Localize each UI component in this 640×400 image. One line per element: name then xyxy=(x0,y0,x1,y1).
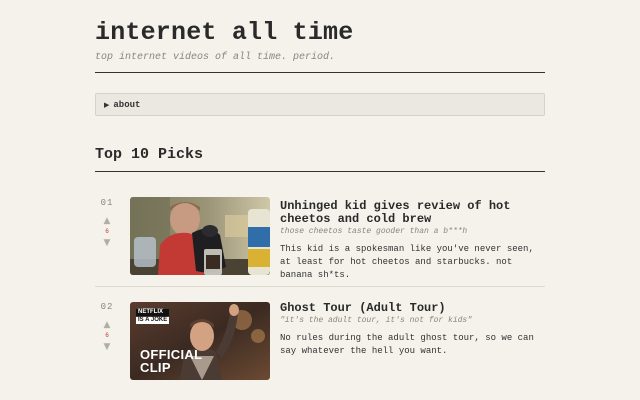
entry-text: Unhinged kid gives review of hot cheetos… xyxy=(280,200,545,282)
video-title[interactable]: Unhinged kid gives review of hot cheetos… xyxy=(280,200,545,226)
rank-number: 01 xyxy=(100,198,114,208)
video-thumbnail[interactable]: NETFLIX IS A JOKE OFFICIAL CLIP xyxy=(130,302,270,380)
downvote-arrow-icon[interactable]: ▼ xyxy=(95,239,119,248)
badge-line-2: IS A JOKE xyxy=(136,317,170,324)
overlay-line-2: CLIP xyxy=(140,360,171,375)
entry-text: Ghost Tour (Adult Tour) "it's the adult … xyxy=(280,302,545,358)
thumbnail-kid-image xyxy=(130,197,270,275)
section-heading: Top 10 Picks xyxy=(95,146,204,163)
badge-line-1: NETFLIX xyxy=(136,309,170,316)
about-label: about xyxy=(113,99,141,110)
official-clip-overlay: OFFICIAL CLIP xyxy=(140,348,202,374)
header-divider xyxy=(95,72,545,73)
site-tagline: top internet videos of all time. period. xyxy=(95,52,336,63)
rank-column: 01 ▲ 6 ▼ xyxy=(95,198,119,248)
page-container: internet all time top internet videos of… xyxy=(95,0,545,400)
list-item: 02 ▲ 6 ▼ NETFLIX IS A JOKE OFFICIAL CLIP… xyxy=(95,286,545,400)
about-disclosure[interactable]: ▶ about xyxy=(95,93,545,116)
video-description: This kid is a spokesman like you've neve… xyxy=(280,244,534,280)
netflix-badge: NETFLIX IS A JOKE xyxy=(136,309,170,324)
video-title[interactable]: Ghost Tour (Adult Tour) xyxy=(280,302,545,315)
upvote-arrow-icon[interactable]: ▲ xyxy=(95,217,119,226)
video-thumbnail[interactable] xyxy=(130,197,270,275)
list-item: 01 ▲ 6 ▼ Unhinged kid gives review of ho… xyxy=(95,172,545,286)
video-description: No rules during the adult ghost tour, so… xyxy=(280,333,534,356)
site-title[interactable]: internet all time xyxy=(95,18,545,48)
rank-column: 02 ▲ 6 ▼ xyxy=(95,302,119,352)
triangle-right-icon: ▶ xyxy=(104,100,110,109)
video-subtitle: those cheetos taste gooder than a b***h xyxy=(280,227,468,236)
picks-list: 01 ▲ 6 ▼ Unhinged kid gives review of ho… xyxy=(95,172,545,400)
vote-count: 6 xyxy=(105,228,109,235)
upvote-arrow-icon[interactable]: ▲ xyxy=(95,321,119,330)
rank-number: 02 xyxy=(100,302,114,312)
downvote-arrow-icon[interactable]: ▼ xyxy=(95,343,119,352)
vote-count: 6 xyxy=(105,332,109,339)
video-subtitle: "it's the adult tour, it's not for kids" xyxy=(280,316,473,325)
